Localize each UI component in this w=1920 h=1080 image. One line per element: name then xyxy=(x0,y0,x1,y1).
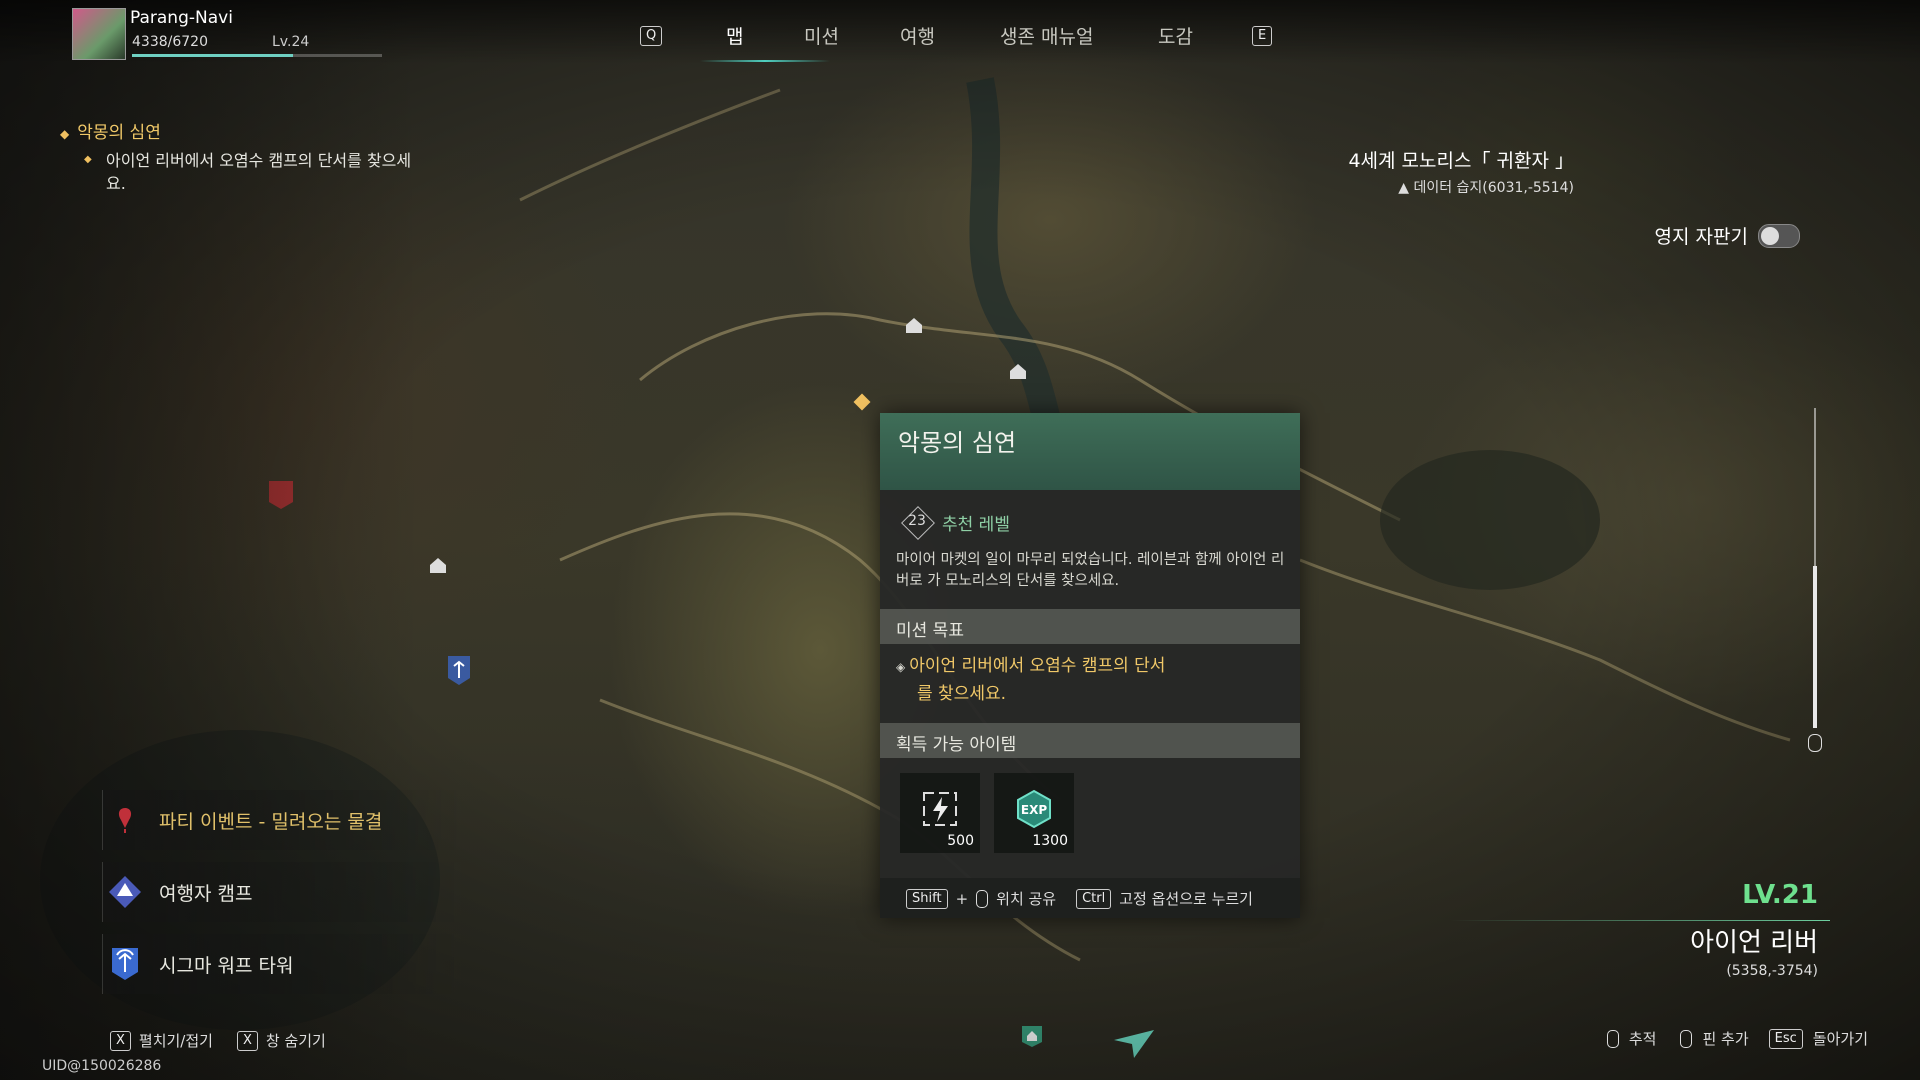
share-location-label[interactable]: 위치 공유 xyxy=(996,888,1056,909)
active-tab-underline xyxy=(700,60,830,62)
tab-mission[interactable]: 미션 xyxy=(804,22,839,49)
location-arrow-icon: ▲ xyxy=(1398,180,1414,196)
popup-header: 악몽의 심연 xyxy=(880,413,1300,490)
add-pin-label[interactable]: 핀 추가 xyxy=(1702,1028,1748,1049)
mission-description: 마이어 마켓의 일이 마무리 되었습니다. 레이븐과 함께 아이언 리버로 가 … xyxy=(896,552,1285,589)
objective-section-header: 미션 목표 xyxy=(880,609,1300,644)
mouse-left-icon xyxy=(1606,1029,1619,1048)
legend-label: 시그마 워프 타워 xyxy=(159,954,294,977)
objective-header: 미션 목표 xyxy=(896,621,964,641)
exp-bar-fill xyxy=(132,54,294,57)
tab-map[interactable]: 맵 xyxy=(726,22,743,49)
level-badge-icon: 23 xyxy=(900,505,934,539)
tower-icon xyxy=(103,942,147,986)
zoom-slider-fill xyxy=(1813,566,1817,728)
svg-text:EXP: EXP xyxy=(1021,803,1047,817)
quest-diamond-icon: ◆ xyxy=(60,127,70,141)
mission-objective: ◈ 아이언 리버에서 오염수 캠프의 단서 를 찾으세요. xyxy=(896,653,1286,708)
world-position: ▲ 데이터 습지(6031,-5514) xyxy=(1348,177,1574,197)
tab-survival-manual[interactable]: 생존 매뉴얼 xyxy=(1000,22,1093,49)
hide-window-label[interactable]: 창 숨기기 xyxy=(266,1030,326,1051)
reward-count: 500 xyxy=(947,833,974,849)
plus-sign: + xyxy=(955,889,969,908)
popup-title: 악몽의 심연 xyxy=(898,429,1017,457)
reward-count: 1300 xyxy=(1032,833,1068,849)
alert-pin-icon xyxy=(103,798,147,842)
world-name: 4세계 모노리스「 귀환자 」 xyxy=(1348,150,1574,172)
avatar xyxy=(72,8,126,60)
recommended-level: 23 추천 레벨 xyxy=(900,505,1010,539)
back-label[interactable]: 돌아가기 xyxy=(1813,1028,1868,1049)
vending-toggle-row: 영지 자판기 xyxy=(1655,222,1800,249)
zoom-mouse-icon xyxy=(1808,734,1822,752)
rewards-header: 획득 가능 아이템 xyxy=(896,735,1017,755)
camp-icon xyxy=(103,870,147,914)
reward-list: 500 EXP 1300 xyxy=(900,773,1074,853)
player-level: Lv.24 xyxy=(272,34,310,50)
quest-tracker[interactable]: ◆ 악몽의 심연 ◆ 아이언 리버에서 오염수 캠프의 단서를 찾으세요. xyxy=(60,118,416,195)
player-name: Parang-Navi xyxy=(130,8,233,28)
world-position-text: 데이터 습지(6031,-5514) xyxy=(1413,180,1574,196)
quest-title: 악몽의 심연 xyxy=(77,123,161,143)
player-exp: 4338/6720 xyxy=(132,34,208,50)
expand-collapse-label[interactable]: 펼치기/접기 xyxy=(139,1030,213,1051)
area-name: 아이언 리버 xyxy=(1690,928,1818,958)
tab-codex[interactable]: 도감 xyxy=(1158,22,1193,49)
tab-travel[interactable]: 여행 xyxy=(900,22,935,49)
user-id: UID@150026286 xyxy=(42,1058,162,1074)
toggle-knob xyxy=(1761,226,1779,245)
legend-party-event[interactable]: 파티 이벤트 - 밀려오는 물결 xyxy=(102,790,463,850)
mission-popup[interactable]: 악몽의 심연 23 추천 레벨 마이어 마켓의 일이 마무리 되었습니다. 레이… xyxy=(880,413,1300,918)
recommended-level-label: 추천 레벨 xyxy=(942,514,1010,535)
next-tab-key[interactable]: E xyxy=(1252,26,1273,46)
recommended-level-value: 23 xyxy=(908,513,926,529)
exp-icon: EXP xyxy=(1017,789,1051,829)
esc-key: Esc xyxy=(1768,1028,1803,1049)
legend-label: 파티 이벤트 - 밀려오는 물결 xyxy=(159,810,383,833)
rewards-section-header: 획득 가능 아이템 xyxy=(880,723,1300,758)
energy-icon xyxy=(923,792,957,826)
prev-tab-key[interactable]: Q xyxy=(640,26,663,46)
vending-toggle-label: 영지 자판기 xyxy=(1654,226,1748,248)
objective-diamond-icon: ◈ xyxy=(896,660,906,674)
bottom-left-hints: X 펼치기/접기 X 창 숨기기 xyxy=(110,1030,326,1051)
legend-warp-tower[interactable]: 시그마 워프 타워 xyxy=(102,934,463,994)
objective-line-2: 를 찾으세요. xyxy=(917,684,1007,704)
legend-label: 여행자 캠프 xyxy=(159,882,253,905)
area-coordinates: (5358,-3754) xyxy=(1726,963,1818,979)
reward-item-energy[interactable]: 500 xyxy=(900,773,980,853)
area-level: LV.21 xyxy=(1742,880,1818,910)
hide-key: X xyxy=(236,1030,258,1051)
quest-objective: 아이언 리버에서 오염수 캠프의 단서를 찾으세요. xyxy=(106,151,412,193)
vending-toggle[interactable] xyxy=(1758,223,1800,248)
area-info: LV.21 아이언 리버 (5358,-3754) xyxy=(1690,880,1818,979)
objective-line-1: 아이언 리버에서 오염수 캠프의 단서 xyxy=(909,656,1166,676)
objective-bullet-icon: ◆ xyxy=(84,154,92,165)
ctrl-key: Ctrl xyxy=(1076,888,1112,909)
expand-key: X xyxy=(110,1030,131,1051)
track-label[interactable]: 추적 xyxy=(1629,1028,1657,1049)
mouse-icon xyxy=(976,889,989,908)
pin-option-label[interactable]: 고정 옵션으로 누르기 xyxy=(1119,888,1253,909)
top-bar: Parang-Navi 4338/6720 Lv.24 Q 맵 미션 여행 생존… xyxy=(0,0,1920,64)
shift-key: Shift xyxy=(906,888,948,909)
mouse-right-icon xyxy=(1680,1029,1693,1048)
quest-title-row: ◆ 악몽의 심연 xyxy=(60,118,416,143)
reward-item-exp[interactable]: EXP 1300 xyxy=(994,773,1074,853)
popup-footer: Shift + 위치 공유 Ctrl 고정 옵션으로 누르기 xyxy=(880,878,1300,918)
bottom-right-hints: 추적 핀 추가 Esc 돌아가기 xyxy=(1606,1028,1868,1049)
legend-traveler-camp[interactable]: 여행자 캠프 xyxy=(102,862,463,922)
exp-bar xyxy=(132,54,382,57)
world-info: 4세계 모노리스「 귀환자 」 ▲ 데이터 습지(6031,-5514) xyxy=(1348,146,1574,197)
